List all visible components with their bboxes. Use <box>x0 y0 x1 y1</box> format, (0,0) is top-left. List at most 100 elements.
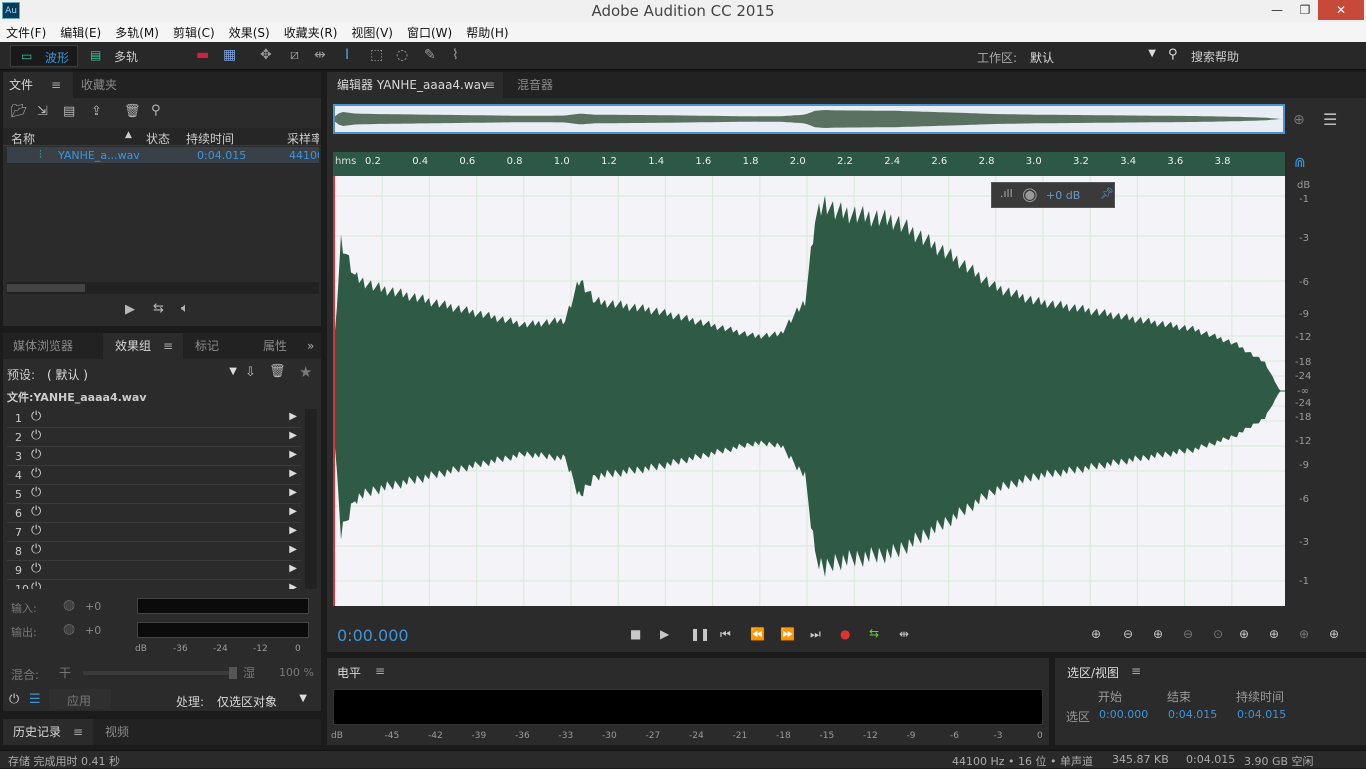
zoom-out-full-icon[interactable]: ⊙ <box>1213 627 1223 641</box>
record-button[interactable]: ● <box>840 627 850 641</box>
tab-mixer[interactable]: 混音器 <box>511 72 559 98</box>
horizontal-scrollbar[interactable] <box>7 282 319 294</box>
waveform-display[interactable]: .ıll ◉ +0 dB 📌︎ <box>333 176 1285 606</box>
selection-end[interactable]: 0:04.015 <box>1168 708 1217 721</box>
col-status[interactable]: 状态 <box>146 130 170 147</box>
menu-clip[interactable]: 剪辑(C) <box>173 24 215 41</box>
zoom-in-time-icon[interactable]: ⊕ <box>1153 627 1163 641</box>
favorite-star-icon[interactable]: ★ <box>299 363 312 381</box>
time-selection-tool-icon[interactable]: I <box>345 47 349 63</box>
menu-favorites[interactable]: 收藏夹(R) <box>284 24 338 41</box>
hud-volume[interactable]: .ıll ◉ +0 dB 📌︎ <box>991 182 1115 208</box>
current-time-display[interactable]: 0:00.000 <box>337 626 409 645</box>
stop-button[interactable]: ■ <box>630 627 641 641</box>
spot-heal-tool-icon[interactable]: ⌇ <box>452 47 459 63</box>
export-icon[interactable]: ⇪ <box>91 104 102 119</box>
lasso-tool-icon[interactable]: ◌ <box>396 47 408 63</box>
zoom-selection-icon[interactable]: ⊕ <box>1269 627 1279 641</box>
delete-preset-icon[interactable]: 🗑︎ <box>269 364 286 379</box>
pause-button[interactable]: ❚❚ <box>690 627 710 641</box>
menu-edit[interactable]: 编辑(E) <box>60 24 101 41</box>
effect-slot[interactable]: 9 ⏻ ▶ <box>7 561 301 580</box>
workspace-dropdown[interactable]: 默认 ▼ <box>1026 46 1160 66</box>
volume-icon[interactable]: 🔈︎ <box>181 301 189 316</box>
list-icon[interactable]: ☰ <box>29 692 41 707</box>
zoom-out-time-icon[interactable]: ⊖ <box>1183 627 1193 641</box>
menu-file[interactable]: 文件(F) <box>6 24 46 41</box>
maximize-button[interactable]: ❐ <box>1290 0 1320 20</box>
zoom-navigator-icon[interactable]: ⊕ <box>1293 112 1305 128</box>
minimize-button[interactable]: — <box>1262 0 1292 20</box>
pitch-display-icon[interactable]: ▦ <box>223 47 236 63</box>
panel-menu-icon[interactable]: ≡ <box>485 72 495 98</box>
table-row[interactable]: ⫶ YANHE_a...wav 0:04.015 44100 <box>7 147 319 163</box>
zoom-in-point-icon[interactable]: ⊕ <box>1239 627 1249 641</box>
panel-menu-icon[interactable]: ≡ <box>51 72 61 98</box>
effect-slot[interactable]: 2 ⏻ ▶ <box>7 428 301 447</box>
loop-preview-icon[interactable]: ⇆ <box>153 301 164 316</box>
panel-menu-icon[interactable]: ≡ <box>73 719 83 745</box>
close-button[interactable]: ✕ <box>1318 0 1364 20</box>
save-preset-icon[interactable]: ⇩ <box>245 365 256 380</box>
effect-slot[interactable]: 1 ⏻ ▶ <box>7 409 301 428</box>
snap-icon[interactable]: ⋒ <box>1294 155 1306 171</box>
new-file-icon[interactable]: ▤ <box>63 104 75 119</box>
zoom-in-amplitude-icon[interactable]: ⊕ <box>1091 627 1101 641</box>
loop-button[interactable]: ⇆ <box>869 626 879 640</box>
mix-slider[interactable] <box>83 667 237 679</box>
tab-properties[interactable]: 属性 <box>257 333 293 359</box>
filter-search-icon[interactable]: ⚲ <box>151 103 161 118</box>
effect-slot[interactable]: 10⏻▶ <box>7 580 301 589</box>
pin-icon[interactable]: 📌︎ <box>1100 187 1114 200</box>
zoom-right-icon[interactable]: ⊕ <box>1329 627 1339 641</box>
go-to-end-button[interactable]: ⏭ <box>810 627 821 642</box>
brush-tool-icon[interactable]: ✎ <box>424 47 436 63</box>
preset-dropdown[interactable]: ( 默认 ) ▼ <box>43 363 239 383</box>
process-dropdown[interactable]: 仅选区对象 ▼ <box>213 690 309 710</box>
overview-navigator[interactable] <box>333 104 1285 134</box>
input-gain-knob-icon[interactable]: ◍ <box>63 597 75 613</box>
search-help-field[interactable]: 搜索帮助 <box>1191 48 1239 65</box>
master-power-icon[interactable]: ⏻ <box>9 692 19 707</box>
effect-slot[interactable]: 7 ⏻ ▶ <box>7 523 301 542</box>
play-preview-icon[interactable]: ▶ <box>125 302 135 317</box>
tab-markers[interactable]: 标记 <box>189 333 225 359</box>
skip-selection-button[interactable]: ⇹ <box>899 627 909 641</box>
col-duration[interactable]: 持续时间 <box>186 130 234 147</box>
selection-start[interactable]: 0:00.000 <box>1099 708 1148 721</box>
menu-effects[interactable]: 效果(S) <box>229 24 270 41</box>
move-tool-icon[interactable]: ✥ <box>260 47 272 63</box>
fast-forward-button[interactable]: ⏩ <box>780 627 795 641</box>
effect-slot[interactable]: 3 ⏻ ▶ <box>7 447 301 466</box>
apply-button[interactable]: 应用 <box>49 689 111 709</box>
volume-knob-icon[interactable]: ◉ <box>1022 184 1038 205</box>
menu-help[interactable]: 帮助(H) <box>466 24 508 41</box>
time-ruler[interactable]: hms 0.2 0.4 0.6 0.8 1.0 1.2 1.4 1.6 1.8 … <box>333 152 1285 176</box>
selection-duration[interactable]: 0:04.015 <box>1237 708 1286 721</box>
col-samplerate[interactable]: 采样率 <box>287 130 319 147</box>
menu-view[interactable]: 视图(V) <box>351 24 393 41</box>
effect-slot[interactable]: 5 ⏻ ▶ <box>7 485 301 504</box>
open-file-icon[interactable]: 📂︎ <box>11 104 28 119</box>
panel-menu-icon[interactable]: ≡ <box>163 333 173 359</box>
rewind-button[interactable]: ⏪ <box>750 627 765 641</box>
menu-multitrack[interactable]: 多轨(M) <box>115 24 159 41</box>
multitrack-view-button[interactable]: ▤ 多轨 <box>86 45 154 67</box>
effect-slot[interactable]: 4 ⏻ ▶ <box>7 466 301 485</box>
output-gain-knob-icon[interactable]: ◍ <box>63 621 75 637</box>
panel-menu-icon[interactable]: ≡ <box>1131 664 1141 678</box>
vertical-scrollbar[interactable] <box>305 409 317 589</box>
waveform-view-button[interactable]: ▭ 波形 <box>10 45 78 67</box>
marquee-tool-icon[interactable]: ⬚ <box>370 47 383 63</box>
tab-editor[interactable]: 编辑器 YANHE_aaaa4.wav <box>327 72 503 98</box>
import-icon[interactable]: ⇲ <box>37 104 48 119</box>
effect-slot[interactable]: 8 ⏻ ▶ <box>7 542 301 561</box>
display-options-icon[interactable]: ☰ <box>1323 110 1337 129</box>
col-name[interactable]: 名称 <box>11 130 35 147</box>
spectral-display-icon[interactable]: ▬ <box>196 47 209 63</box>
tab-favorites[interactable]: 收藏夹 <box>75 72 123 98</box>
effect-slot[interactable]: 6 ⏻ ▶ <box>7 504 301 523</box>
go-to-start-button[interactable]: ⏮ <box>720 627 731 642</box>
more-tabs-icon[interactable]: » <box>307 333 314 359</box>
tab-video[interactable]: 视频 <box>99 719 135 745</box>
